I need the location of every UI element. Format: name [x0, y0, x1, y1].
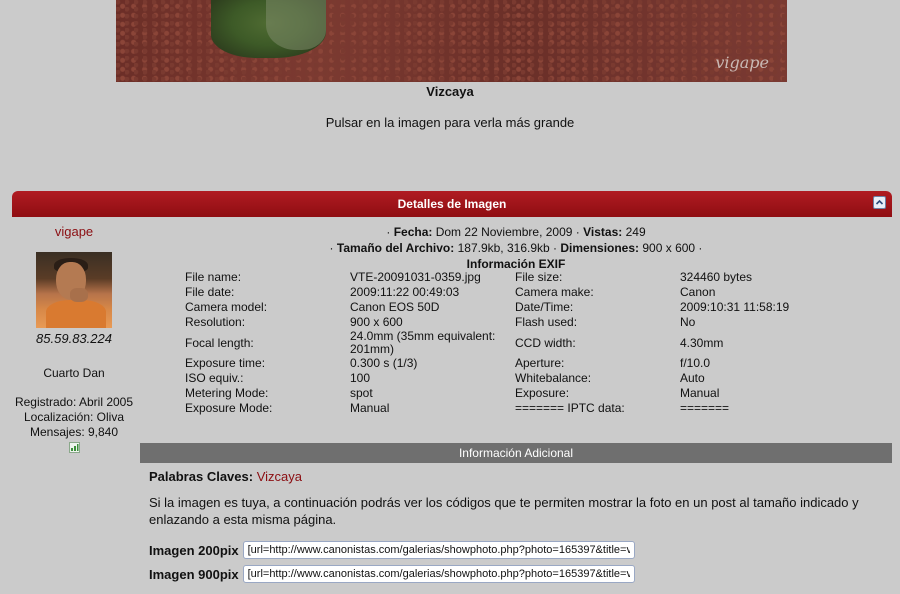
exif-value: Manual [680, 386, 720, 400]
code-200-input[interactable] [242, 541, 635, 559]
code-900-input[interactable] [242, 565, 635, 583]
username-link[interactable]: vigape [12, 224, 136, 239]
size-value: 187.9kb, 316.9kb [457, 241, 550, 255]
exif-value: 900 x 600 [350, 315, 403, 329]
exif-row: Resolution: 900 x 600 Flash used: No [185, 315, 880, 330]
user-rank: Cuarto Dan [43, 366, 105, 380]
user-ip: 85.59.83.224 [36, 331, 112, 346]
exif-label: Aperture: [515, 356, 565, 370]
enlarge-hint: Pulsar en la imagen para verla más grand… [0, 115, 900, 130]
avatar [36, 252, 112, 328]
exif-label: CCD width: [515, 335, 576, 350]
exif-label: Resolution: [185, 315, 246, 329]
collapse-icon[interactable] [873, 196, 886, 209]
user-registered: Registrado: Abril 2005 [14, 395, 134, 409]
details-title: Detalles de Imagen [397, 197, 507, 211]
embed-instructions: Si la imagen es tuya, a continuación pod… [149, 495, 859, 527]
exif-value: 324460 bytes [680, 270, 753, 284]
code-200-label: Imagen 200pix [149, 542, 239, 558]
exif-value: Manual [350, 401, 390, 415]
date-value: Dom 22 Noviembre, 2009 [435, 225, 573, 239]
exif-label: File name: [185, 270, 242, 284]
exif-row: Exposure time: 0.300 s (1/3) Aperture: f/10… [185, 356, 880, 371]
exif-row: Exposure Mode: Manual ======= IPTC data: ==… [185, 401, 880, 416]
exif-value: 2009:10:31 11:58:19 [680, 300, 790, 314]
photo-caption: Vizcaya [426, 84, 474, 99]
exif-row: ISO equiv.: 100 Whitebalance: Auto [185, 371, 880, 386]
user-messages: Mensajes: 9,840 [29, 425, 119, 439]
user-panel: vigape 85.59.83.224 Cuarto Dan Registrad… [12, 224, 136, 453]
exif-value: VTE-20091031-0359.jpg [350, 270, 481, 284]
exif-label: Flash used: [515, 315, 578, 329]
exif-value: Canon [680, 285, 716, 299]
exif-value: f/10.0 [680, 356, 711, 370]
exif-label: File date: [185, 285, 235, 299]
exif-label: Camera make: [515, 285, 594, 299]
date-label: Fecha: [393, 225, 433, 239]
exif-label: Exposure Mode: [185, 401, 273, 415]
exif-value: Canon EOS 50D [350, 300, 440, 314]
views-label: Vistas: [583, 225, 623, 239]
stats-icon[interactable] [68, 442, 80, 453]
exif-value: 24.0mm (35mm equivalent: 201mm) [350, 329, 496, 356]
exif-value: No [680, 315, 696, 329]
code-900-label: Imagen 900pix [149, 566, 239, 582]
views-value: 249 [625, 225, 646, 239]
size-label: Tamaño del Archivo: [336, 241, 455, 255]
exif-value: Auto [680, 371, 705, 385]
dims-value: 900 x 600 [642, 241, 696, 255]
dims-label: Dimensiones: [560, 241, 640, 255]
exif-label: File size: [515, 270, 563, 284]
enlarge-hint-text[interactable]: Pulsar en la imagen para verla más grand… [326, 115, 575, 130]
exif-value: 0.300 s (1/3) [350, 356, 418, 370]
details-header-bar: Detalles de Imagen [12, 191, 892, 217]
exif-value: spot [350, 386, 373, 400]
meta-line-2: · Tamaño del Archivo: 187.9kb, 316.9kb ·… [329, 241, 703, 255]
user-location: Localización: Oliva [23, 410, 125, 424]
exif-value: 4.30mm [680, 335, 724, 350]
keyword-link[interactable]: Vizcaya [257, 469, 302, 484]
exif-label: Metering Mode: [185, 386, 269, 400]
exif-value: 100 [350, 371, 371, 385]
image-meta: · Fecha: Dom 22 Noviembre, 2009 · Vistas… [140, 224, 892, 272]
exif-row: Metering Mode: spot Exposure: Manual [185, 386, 880, 401]
keywords-label: Palabras Claves: [149, 469, 254, 484]
exif-row: Focal length: 24.0mm (35mm equivalent: 20… [185, 330, 880, 356]
code-900-row: Imagen 900pix [149, 565, 635, 583]
exif-label: Exposure time: [185, 356, 266, 370]
photo-watermark: vigape [715, 53, 769, 72]
exif-row: File name: VTE-20091031-0359.jpg File size… [185, 270, 880, 285]
exif-table: File name: VTE-20091031-0359.jpg File size… [185, 270, 880, 416]
exif-label: Exposure: [515, 386, 570, 400]
exif-label: ISO equiv.: [185, 371, 244, 385]
additional-info-bar: Información Adicional [140, 443, 892, 463]
exif-value: 2009:11:22 00:49:03 [350, 285, 460, 299]
exif-label: Camera model: [185, 300, 268, 314]
exif-label: Whitebalance: [515, 371, 592, 385]
main-photo[interactable]: vigape [116, 0, 787, 82]
exif-row: Camera model: Canon EOS 50D Date/Time: 2009… [185, 300, 880, 315]
exif-row: File date: 2009:11:22 00:49:03 Camera make… [185, 285, 880, 300]
exif-value: ======= [680, 401, 730, 415]
keywords-row: Palabras Claves: Vizcaya [149, 469, 302, 484]
code-200-row: Imagen 200pix [149, 541, 635, 559]
exif-label: Focal length: [185, 335, 254, 350]
chevron-up-icon [875, 199, 884, 205]
exif-label: Date/Time: [515, 300, 574, 314]
tree-trunk-highlight [266, 0, 326, 50]
exif-label: ======= IPTC data: [515, 401, 625, 415]
meta-line-1: · Fecha: Dom 22 Noviembre, 2009 · Vistas… [386, 225, 646, 239]
